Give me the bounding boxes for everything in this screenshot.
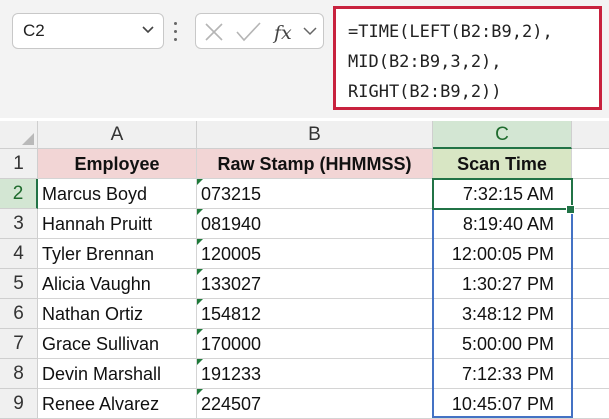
green-triangle-icon bbox=[197, 359, 203, 365]
green-triangle-icon bbox=[197, 209, 203, 215]
empty-cell[interactable] bbox=[572, 209, 609, 239]
chevron-down-icon[interactable] bbox=[141, 25, 155, 35]
formula-line: RIGHT(B2:B9,2)) bbox=[348, 82, 502, 102]
scan-time-cell[interactable]: 3:48:12 PM bbox=[433, 299, 572, 329]
raw-stamp-cell[interactable]: 154812 bbox=[197, 299, 433, 329]
row-header[interactable]: 6 bbox=[0, 299, 38, 329]
employee-cell[interactable]: Grace Sullivan bbox=[38, 329, 197, 359]
raw-stamp-cell[interactable]: 073215 bbox=[197, 179, 433, 209]
empty-cell[interactable] bbox=[572, 179, 609, 209]
scan-time-cell[interactable]: 12:00:05 PM bbox=[433, 239, 572, 269]
name-box-value: C2 bbox=[23, 21, 45, 40]
raw-stamp-cell[interactable]: 224507 bbox=[197, 389, 433, 419]
formula-input[interactable]: =TIME(LEFT(B2:B9,2), MID(B2:B9,3,2), RIG… bbox=[333, 6, 602, 110]
header-cell-employee[interactable]: Employee bbox=[38, 149, 197, 179]
checkmark-icon[interactable] bbox=[236, 22, 261, 42]
empty-cell[interactable] bbox=[572, 359, 609, 389]
green-triangle-icon bbox=[197, 329, 203, 335]
row-header[interactable]: 8 bbox=[0, 359, 38, 389]
employee-cell[interactable]: Hannah Pruitt bbox=[38, 209, 197, 239]
row-header-1[interactable]: 1 bbox=[0, 149, 38, 179]
scan-time-cell[interactable]: 7:32:15 AM bbox=[433, 179, 572, 209]
formula-line: MID(B2:B9,3,2), bbox=[348, 52, 502, 72]
employee-cell[interactable]: Nathan Ortiz bbox=[38, 299, 197, 329]
employee-cell[interactable]: Alicia Vaughn bbox=[38, 269, 197, 299]
raw-stamp-cell[interactable]: 191233 bbox=[197, 359, 433, 389]
row-header[interactable]: 7 bbox=[0, 329, 38, 359]
employee-cell[interactable]: Marcus Boyd bbox=[38, 179, 197, 209]
empty-cell[interactable] bbox=[572, 329, 609, 359]
header-cell-raw-stamp[interactable]: Raw Stamp (HHMMSS) bbox=[197, 149, 433, 179]
cancel-x-icon[interactable] bbox=[205, 23, 223, 41]
empty-cell[interactable] bbox=[572, 269, 609, 299]
empty-cell[interactable] bbox=[572, 389, 609, 419]
empty-cell[interactable] bbox=[572, 239, 609, 269]
fx-icon[interactable]: fx bbox=[272, 22, 292, 44]
green-triangle-icon bbox=[197, 179, 203, 185]
header-cell-scan-time[interactable]: Scan Time bbox=[433, 149, 572, 179]
raw-stamp-cell[interactable]: 133027 bbox=[197, 269, 433, 299]
green-triangle-icon bbox=[197, 269, 203, 275]
row-header[interactable]: 4 bbox=[0, 239, 38, 269]
scan-time-cell[interactable]: 10:45:07 PM bbox=[433, 389, 572, 419]
empty-cell[interactable] bbox=[572, 299, 609, 329]
green-triangle-icon bbox=[197, 299, 203, 305]
scan-time-cell[interactable]: 8:19:40 AM bbox=[433, 209, 572, 239]
svg-text:fx: fx bbox=[272, 22, 292, 44]
row-header[interactable]: 9 bbox=[0, 389, 38, 419]
fill-handle[interactable] bbox=[566, 205, 575, 214]
row-header[interactable]: 3 bbox=[0, 209, 38, 239]
row-header[interactable]: 5 bbox=[0, 269, 38, 299]
name-box[interactable]: C2 bbox=[12, 13, 164, 49]
raw-stamp-cell[interactable]: 081940 bbox=[197, 209, 433, 239]
vertical-dots-icon[interactable] bbox=[174, 22, 178, 42]
green-triangle-icon bbox=[197, 389, 203, 395]
employee-cell[interactable]: Tyler Brennan bbox=[38, 239, 197, 269]
select-all-corner-icon[interactable] bbox=[0, 121, 38, 149]
column-header-b[interactable]: B bbox=[197, 121, 433, 149]
employee-cell[interactable]: Renee Alvarez bbox=[38, 389, 197, 419]
scan-time-cell[interactable]: 5:00:00 PM bbox=[433, 329, 572, 359]
chevron-down-icon[interactable] bbox=[303, 27, 317, 36]
column-header-a[interactable]: A bbox=[38, 121, 197, 149]
row-header[interactable]: 2 bbox=[0, 179, 38, 209]
formula-bar-area: C2 fx =TIME(LEFT(B2:B9,2), MID(B2:B9,3,2… bbox=[0, 0, 609, 118]
green-triangle-icon bbox=[197, 239, 203, 245]
scan-time-cell[interactable]: 7:12:33 PM bbox=[433, 359, 572, 389]
formula-buttons: fx bbox=[195, 13, 324, 49]
scan-time-cell[interactable]: 1:30:27 PM bbox=[433, 269, 572, 299]
employee-cell[interactable]: Devin Marshall bbox=[38, 359, 197, 389]
empty-cell[interactable] bbox=[572, 149, 609, 179]
column-header-c[interactable]: C bbox=[433, 121, 572, 149]
column-header-blank bbox=[572, 121, 609, 149]
formula-line: =TIME(LEFT(B2:B9,2), bbox=[348, 22, 553, 42]
raw-stamp-cell[interactable]: 120005 bbox=[197, 239, 433, 269]
raw-stamp-cell[interactable]: 170000 bbox=[197, 329, 433, 359]
